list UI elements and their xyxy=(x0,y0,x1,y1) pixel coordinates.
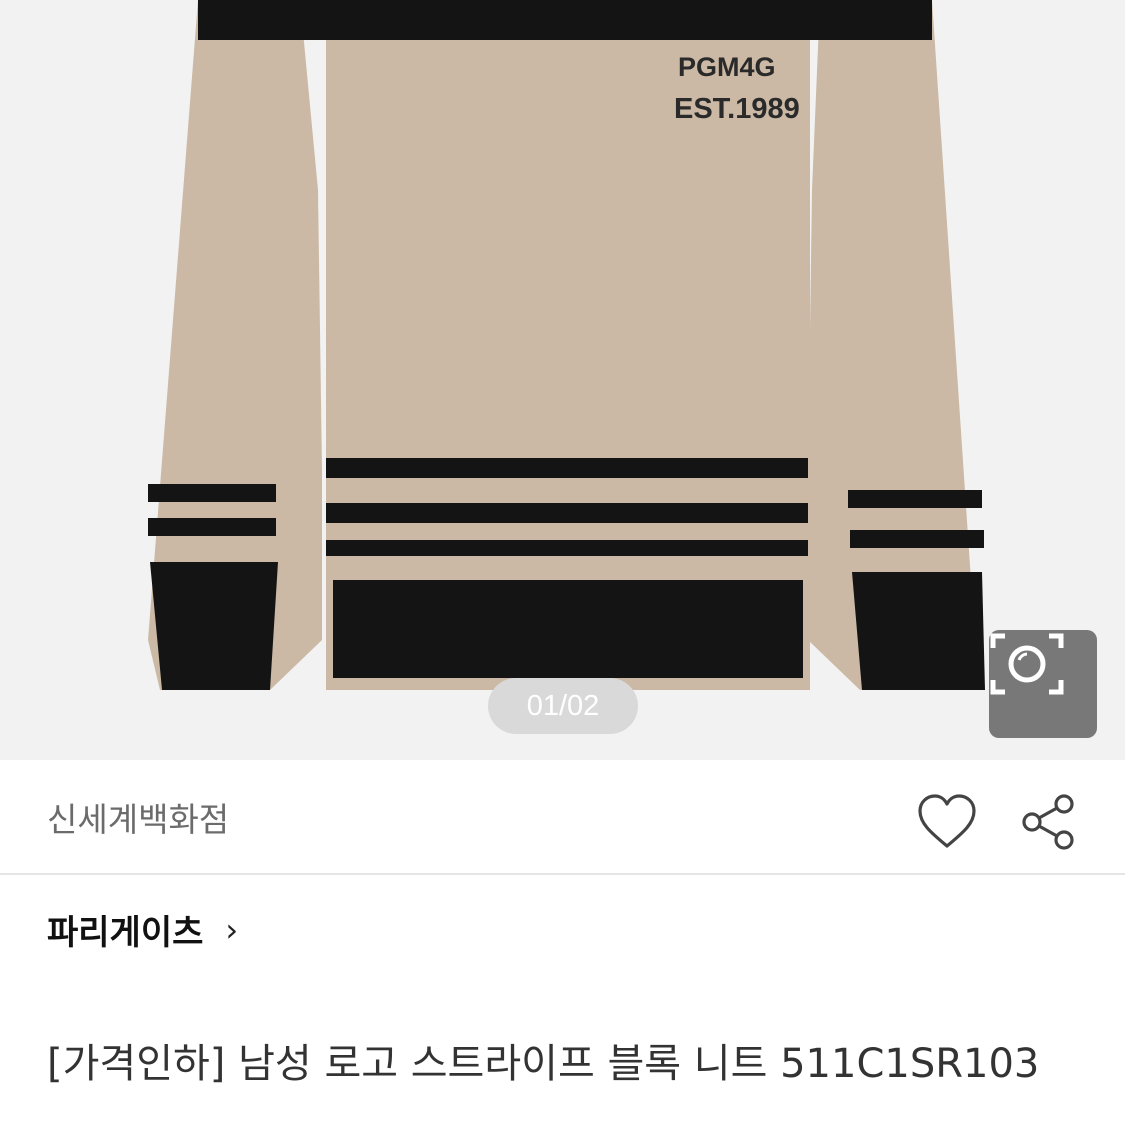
lens-search-button[interactable] xyxy=(989,630,1097,738)
product-image-gallery[interactable]: PGM4G EST.1989 01/02 xyxy=(0,0,1125,760)
section-divider xyxy=(0,873,1125,875)
share-icon xyxy=(1022,794,1074,850)
chevron-right-icon: › xyxy=(225,910,239,949)
wishlist-button[interactable] xyxy=(914,790,980,854)
heart-icon xyxy=(918,794,976,848)
share-button[interactable] xyxy=(1018,790,1080,854)
product-image: PGM4G EST.1989 xyxy=(148,0,985,690)
lens-search-icon xyxy=(990,633,1064,695)
product-title: [가격인하] 남성 로고 스트라이프 블록 니트 511C1SR103 xyxy=(47,1041,1040,1087)
store-name: 신세계백화점 xyxy=(47,800,230,839)
page-indicator: 01/02 xyxy=(488,678,638,734)
sweater-print-logo: PGM4G xyxy=(678,52,776,82)
brand-link[interactable]: 파리게이츠 › xyxy=(47,905,238,954)
sweater-print-est: EST.1989 xyxy=(674,93,800,125)
brand-name: 파리게이츠 xyxy=(47,913,204,953)
